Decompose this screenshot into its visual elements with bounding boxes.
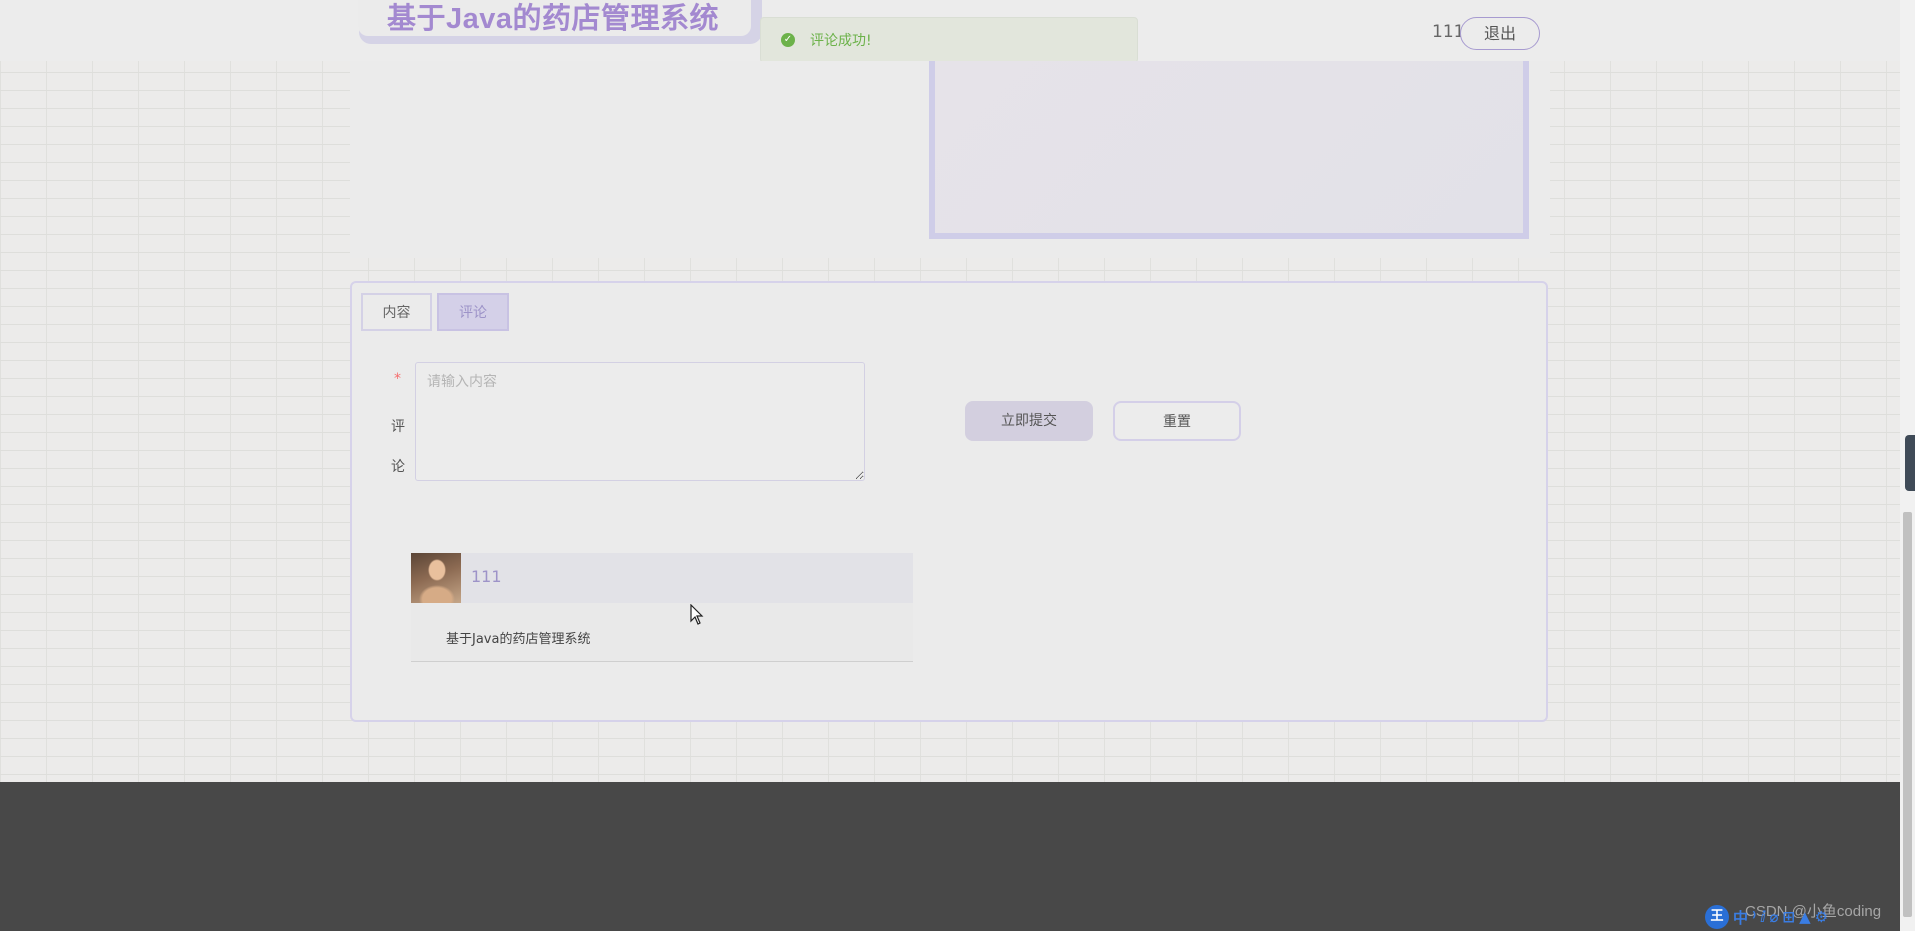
scrollbar-thumb[interactable] <box>1903 512 1912 917</box>
comment-textarea[interactable] <box>415 362 865 481</box>
comment-item: 111 基于Java的药店管理系统 <box>411 553 913 662</box>
comment-text: 基于Java的药店管理系统 <box>446 632 591 647</box>
site-title: 基于Java的药店管理系统 <box>387 3 720 35</box>
reset-button[interactable]: 重置 <box>1113 401 1241 441</box>
ime-grid-icon[interactable]: ⊞ <box>1783 908 1796 926</box>
product-image-frame <box>929 61 1529 239</box>
page-footer <box>0 782 1903 931</box>
user-avatar <box>411 553 461 603</box>
comment-field-label: 评 论 <box>390 407 406 487</box>
comment-username: 111 <box>471 567 502 586</box>
toast-message: 评论成功! <box>810 33 872 49</box>
success-toast: ✓ 评论成功! <box>760 17 1138 63</box>
submit-button[interactable]: 立即提交 <box>965 401 1093 441</box>
ime-logo-icon[interactable]: 王 <box>1705 905 1729 929</box>
comment-label-char: 论 <box>391 459 405 475</box>
check-circle-icon: ✓ <box>781 33 795 47</box>
ime-toolbar[interactable]: 王 中 ⁾ ⅈ ⌀ ⊞ ▲ ⚙ <box>1705 905 1828 929</box>
tab-comment[interactable]: 评论 <box>437 293 509 331</box>
required-mark: * <box>394 371 401 387</box>
ime-pen-icon[interactable]: ⅈ <box>1760 908 1765 926</box>
ime-skin-icon[interactable]: ▲ <box>1799 908 1811 926</box>
comment-label-char: 评 <box>391 419 405 435</box>
mouse-cursor-icon <box>690 604 704 625</box>
ime-chinese-mode-icon[interactable]: 中 <box>1733 907 1748 928</box>
tab-content[interactable]: 内容 <box>361 293 432 331</box>
ime-settings-icon[interactable]: ⚙ <box>1815 908 1828 926</box>
comment-header: 111 <box>411 553 913 603</box>
logout-button[interactable]: 退出 <box>1460 17 1540 50</box>
ime-scissors-icon[interactable]: ⌀ <box>1770 908 1779 926</box>
ime-punctuation-icon[interactable]: ⁾ <box>1752 908 1756 926</box>
side-float-widget[interactable] <box>1905 435 1915 491</box>
